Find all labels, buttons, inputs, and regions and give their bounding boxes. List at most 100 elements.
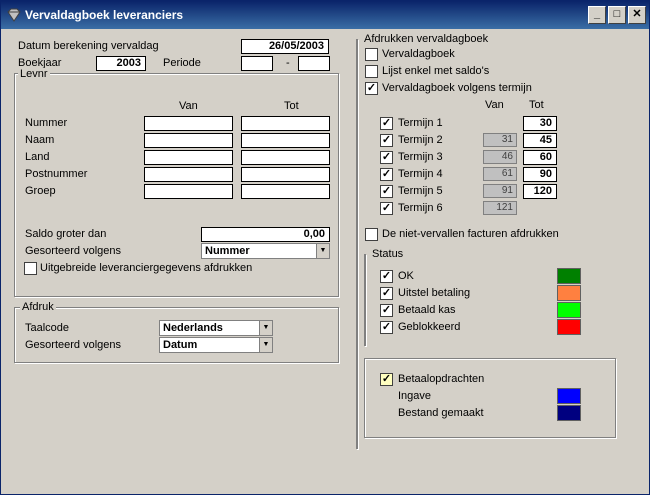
term-4-tot-field[interactable]: 90 xyxy=(523,167,557,182)
postnummer-van-field[interactable] xyxy=(144,167,233,182)
term-label: Termijn 5 xyxy=(398,185,443,197)
app-icon xyxy=(7,8,21,22)
extended-label: Uitgebreide leveranciergegevens afdrukke… xyxy=(40,262,253,274)
term-4-checkbox[interactable]: ✓ xyxy=(380,168,393,181)
term-6-checkbox[interactable]: ✓ xyxy=(380,202,393,215)
bestand-color[interactable] xyxy=(557,405,581,421)
bestand-label: Bestand gemaakt xyxy=(398,407,484,419)
status-label: Uitstel betaling xyxy=(398,287,471,299)
afdruk-group-title: Afdruk xyxy=(20,301,56,313)
afdruk-sort-select[interactable]: Datum ▼ xyxy=(159,337,273,353)
maximize-button[interactable]: □ xyxy=(608,6,626,24)
print-group-title: Afdrukken vervaldagboek xyxy=(362,33,491,45)
lang-select[interactable]: Nederlands ▼ xyxy=(159,320,273,336)
levnr-row-label: Naam xyxy=(25,134,55,146)
ingave-color[interactable] xyxy=(557,388,581,404)
naam-tot-field[interactable] xyxy=(241,133,330,148)
sort-label: Gesorteerd volgens xyxy=(25,245,121,257)
minimize-button[interactable]: _ xyxy=(588,6,606,24)
term-3-tot-field[interactable]: 60 xyxy=(523,150,557,165)
window-title: Vervaldagboek leveranciers xyxy=(25,8,184,22)
year-field[interactable]: 2003 xyxy=(96,56,146,71)
nonexpired-label: De niet-vervallen facturen afdrukken xyxy=(382,228,559,240)
print-group xyxy=(356,39,358,449)
opt-saldo-label: Lijst enkel met saldo's xyxy=(382,65,490,77)
status-group xyxy=(364,254,366,346)
status-betaald-color[interactable] xyxy=(557,302,581,318)
period-to-field[interactable] xyxy=(298,56,330,71)
chevron-down-icon[interactable]: ▼ xyxy=(316,244,329,258)
term-2-checkbox[interactable]: ✓ xyxy=(380,134,393,147)
groep-van-field[interactable] xyxy=(144,184,233,199)
nonexpired-checkbox[interactable] xyxy=(365,228,378,241)
lang-select-value: Nederlands xyxy=(163,322,223,334)
ingave-label: Ingave xyxy=(398,390,432,402)
term-3-van-value: 46 xyxy=(483,150,517,164)
levnr-row-label: Nummer xyxy=(25,117,68,129)
term-label: Termijn 1 xyxy=(398,117,443,129)
term-1-checkbox[interactable]: ✓ xyxy=(380,117,393,130)
period-separator: - xyxy=(286,57,290,69)
term-2-tot-field[interactable]: 45 xyxy=(523,133,557,148)
term-2-van-value: 31 xyxy=(483,133,517,147)
status-ok-color[interactable] xyxy=(557,268,581,284)
terms-col-tot: Tot xyxy=(529,99,544,111)
status-label: Geblokkeerd xyxy=(398,321,461,333)
close-button[interactable]: ✕ xyxy=(628,6,646,24)
nummer-tot-field[interactable] xyxy=(241,116,330,131)
opt-termijn-label: Vervaldagboek volgens termijn xyxy=(382,82,532,94)
term-5-van-value: 91 xyxy=(483,184,517,198)
levnr-row-label: Postnummer xyxy=(25,168,88,180)
naam-van-field[interactable] xyxy=(144,133,233,148)
term-label: Termijn 2 xyxy=(398,134,443,146)
nummer-van-field[interactable] xyxy=(144,116,233,131)
levnr-row-label: Groep xyxy=(25,185,56,197)
status-uitstel-color[interactable] xyxy=(557,285,581,301)
payment-label: Betaalopdrachten xyxy=(398,373,485,385)
land-tot-field[interactable] xyxy=(241,150,330,165)
postnummer-tot-field[interactable] xyxy=(241,167,330,182)
land-van-field[interactable] xyxy=(144,150,233,165)
status-geblokkeerd-color[interactable] xyxy=(557,319,581,335)
term-6-van-value: 121 xyxy=(483,201,517,215)
status-group-title: Status xyxy=(370,248,406,260)
term-label: Termijn 3 xyxy=(398,151,443,163)
levnr-group-title: Levnr xyxy=(18,68,50,80)
payment-checkbox[interactable]: ✓ xyxy=(380,373,393,386)
saldo-label: Saldo groter dan xyxy=(25,228,107,240)
lang-label: Taalcode xyxy=(25,322,70,334)
status-uitstel-checkbox[interactable]: ✓ xyxy=(380,287,393,300)
levnr-col-tot: Tot xyxy=(284,100,299,112)
term-3-checkbox[interactable]: ✓ xyxy=(380,151,393,164)
status-betaald-checkbox[interactable]: ✓ xyxy=(380,304,393,317)
opt-termijn-checkbox[interactable]: ✓ xyxy=(365,82,378,95)
levnr-row-label: Land xyxy=(25,151,50,163)
status-label: OK xyxy=(398,270,414,282)
title-bar[interactable]: Vervaldagboek leveranciers _ □ ✕ xyxy=(1,1,649,29)
opt-vervaldagboek-label: Vervaldagboek xyxy=(382,48,455,60)
status-label: Betaald kas xyxy=(398,304,456,316)
extended-checkbox[interactable] xyxy=(24,262,37,275)
main-window: Vervaldagboek leveranciers _ □ ✕ Datum b… xyxy=(0,0,650,495)
term-label: Termijn 6 xyxy=(398,202,443,214)
afdruk-sort-label: Gesorteerd volgens xyxy=(25,339,121,351)
status-ok-checkbox[interactable]: ✓ xyxy=(380,270,393,283)
chevron-down-icon[interactable]: ▼ xyxy=(259,321,272,335)
afdruk-sort-select-value: Datum xyxy=(163,339,198,351)
term-1-tot-field[interactable]: 30 xyxy=(523,116,557,131)
opt-saldo-checkbox[interactable] xyxy=(365,65,378,78)
groep-tot-field[interactable] xyxy=(241,184,330,199)
period-label: Periode xyxy=(163,57,201,69)
term-5-tot-field[interactable]: 120 xyxy=(523,184,557,199)
period-from-field[interactable] xyxy=(241,56,273,71)
chevron-down-icon[interactable]: ▼ xyxy=(259,338,272,352)
saldo-field[interactable]: 0,00 xyxy=(201,227,330,242)
levnr-col-van: Van xyxy=(179,100,198,112)
terms-col-van: Van xyxy=(485,99,504,111)
sort-select[interactable]: Nummer ▼ xyxy=(201,243,330,259)
term-4-van-value: 61 xyxy=(483,167,517,181)
date-field[interactable]: 26/05/2003 xyxy=(241,39,329,54)
status-geblokkeerd-checkbox[interactable]: ✓ xyxy=(380,321,393,334)
opt-vervaldagboek-checkbox[interactable] xyxy=(365,48,378,61)
term-5-checkbox[interactable]: ✓ xyxy=(380,185,393,198)
